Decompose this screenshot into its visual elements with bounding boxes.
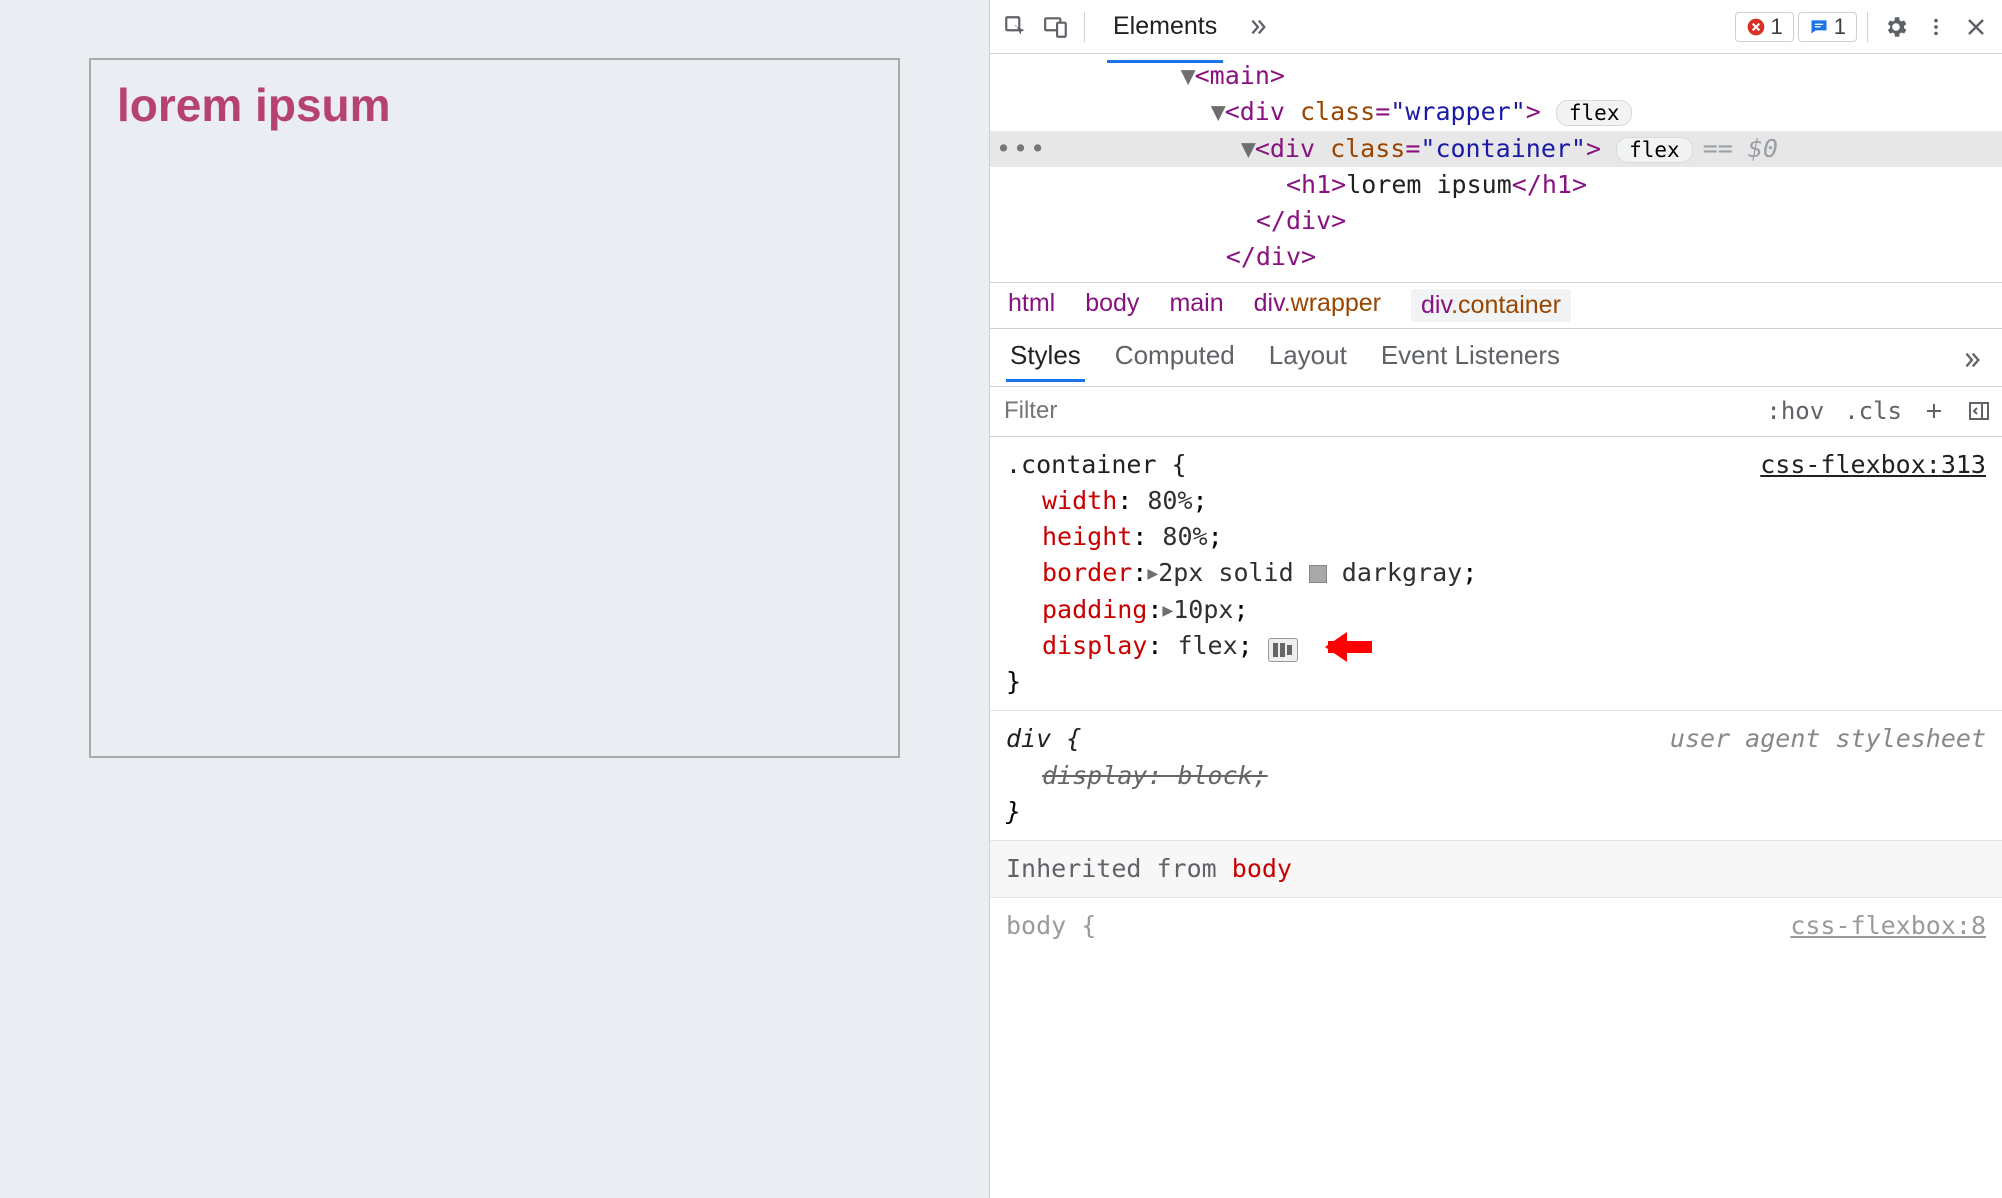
demo-heading: lorem ipsum xyxy=(117,78,872,132)
styles-filter-row: :hov .cls xyxy=(990,387,2002,437)
more-subtabs-icon[interactable] xyxy=(1960,349,1982,371)
breadcrumb: html body main div.wrapper div.container xyxy=(990,282,2002,329)
rule-close-brace: } xyxy=(1006,794,1986,830)
toggle-sidebar-icon[interactable] xyxy=(1956,399,2002,423)
hov-toggle[interactable]: :hov xyxy=(1756,397,1834,425)
dom-node-close[interactable]: </div> xyxy=(990,203,2002,239)
styles-subtabs: Styles Computed Layout Event Listeners xyxy=(990,329,2002,387)
cls-toggle[interactable]: .cls xyxy=(1834,397,1912,425)
dom-node-h1[interactable]: <h1>lorem ipsum</h1> xyxy=(990,167,2002,203)
new-style-rule-icon[interactable] xyxy=(1912,399,1956,423)
more-tabs-icon[interactable] xyxy=(1239,9,1275,45)
dom-tree[interactable]: ▼<main> ▼<div class="wrapper"> flex ••• … xyxy=(990,54,2002,282)
styles-filter-input[interactable] xyxy=(990,389,1756,433)
crumb-body[interactable]: body xyxy=(1085,289,1139,322)
container-box: lorem ipsum xyxy=(89,58,900,758)
crumb-container[interactable]: div.container xyxy=(1411,289,1571,322)
error-badge[interactable]: 1 xyxy=(1735,12,1794,42)
flex-badge[interactable]: flex xyxy=(1556,100,1633,126)
dom-node-wrapper[interactable]: ▼<div class="wrapper"> flex xyxy=(990,94,2002,130)
tab-computed[interactable]: Computed xyxy=(1115,340,1235,381)
message-badge[interactable]: 1 xyxy=(1798,12,1857,42)
rendered-page: lorem ipsum xyxy=(0,0,989,1198)
selected-marker: == $0 xyxy=(1703,134,1778,163)
rule-source: user agent stylesheet xyxy=(1670,721,1986,757)
tab-styles[interactable]: Styles xyxy=(1010,340,1081,381)
rule-close-brace: } xyxy=(1006,664,1986,700)
inherited-from-label: Inherited from body xyxy=(990,841,2002,898)
close-icon[interactable] xyxy=(1958,9,1994,45)
css-decl[interactable]: padding: ▶ 10px; xyxy=(1006,592,1986,628)
crumb-html[interactable]: html xyxy=(1008,289,1055,322)
tab-layout[interactable]: Layout xyxy=(1269,340,1347,381)
annotation-arrow xyxy=(1312,636,1372,656)
devtools-toolbar: Elements 1 1 xyxy=(990,0,2002,54)
inspect-icon[interactable] xyxy=(998,9,1034,45)
flex-badge[interactable]: flex xyxy=(1616,137,1693,163)
style-rule-div-ua[interactable]: user agent stylesheet div { display: blo… xyxy=(990,711,2002,841)
color-swatch[interactable] xyxy=(1309,565,1327,583)
crumb-main[interactable]: main xyxy=(1169,289,1223,322)
kebab-menu-icon[interactable] xyxy=(1918,9,1954,45)
flexbox-editor-icon[interactable] xyxy=(1268,638,1298,662)
css-decl[interactable]: border: ▶ 2px solid darkgray; xyxy=(1006,555,1986,591)
error-count: 1 xyxy=(1771,14,1783,40)
css-decl[interactable]: display: flex; xyxy=(1006,628,1986,664)
tab-elements[interactable]: Elements xyxy=(1095,2,1235,51)
dom-node-container[interactable]: ••• ▼<div class="container"> flex== $0 xyxy=(990,131,2002,167)
device-toggle-icon[interactable] xyxy=(1038,9,1074,45)
message-count: 1 xyxy=(1834,14,1846,40)
style-rule-body-partial[interactable]: css-flexbox:8 body { xyxy=(990,898,2002,944)
styles-pane: css-flexbox:313 .container { width: 80%;… xyxy=(990,437,2002,1198)
dom-node-main[interactable]: ▼<main> xyxy=(990,58,2002,94)
devtools-panel: Elements 1 1 ▼<main> ▼<div xyxy=(989,0,2002,1198)
css-decl[interactable]: height: 80%; xyxy=(1006,519,1986,555)
css-decl-overridden[interactable]: display: block; xyxy=(1006,758,1986,794)
settings-icon[interactable] xyxy=(1878,9,1914,45)
rule-source-link[interactable]: css-flexbox:313 xyxy=(1760,447,1986,483)
css-decl[interactable]: width: 80%; xyxy=(1006,483,1986,519)
tab-event-listeners[interactable]: Event Listeners xyxy=(1381,340,1560,381)
crumb-wrapper[interactable]: div.wrapper xyxy=(1254,289,1381,322)
style-rule-container[interactable]: css-flexbox:313 .container { width: 80%;… xyxy=(990,437,2002,712)
dom-node-close[interactable]: </div> xyxy=(990,239,2002,275)
